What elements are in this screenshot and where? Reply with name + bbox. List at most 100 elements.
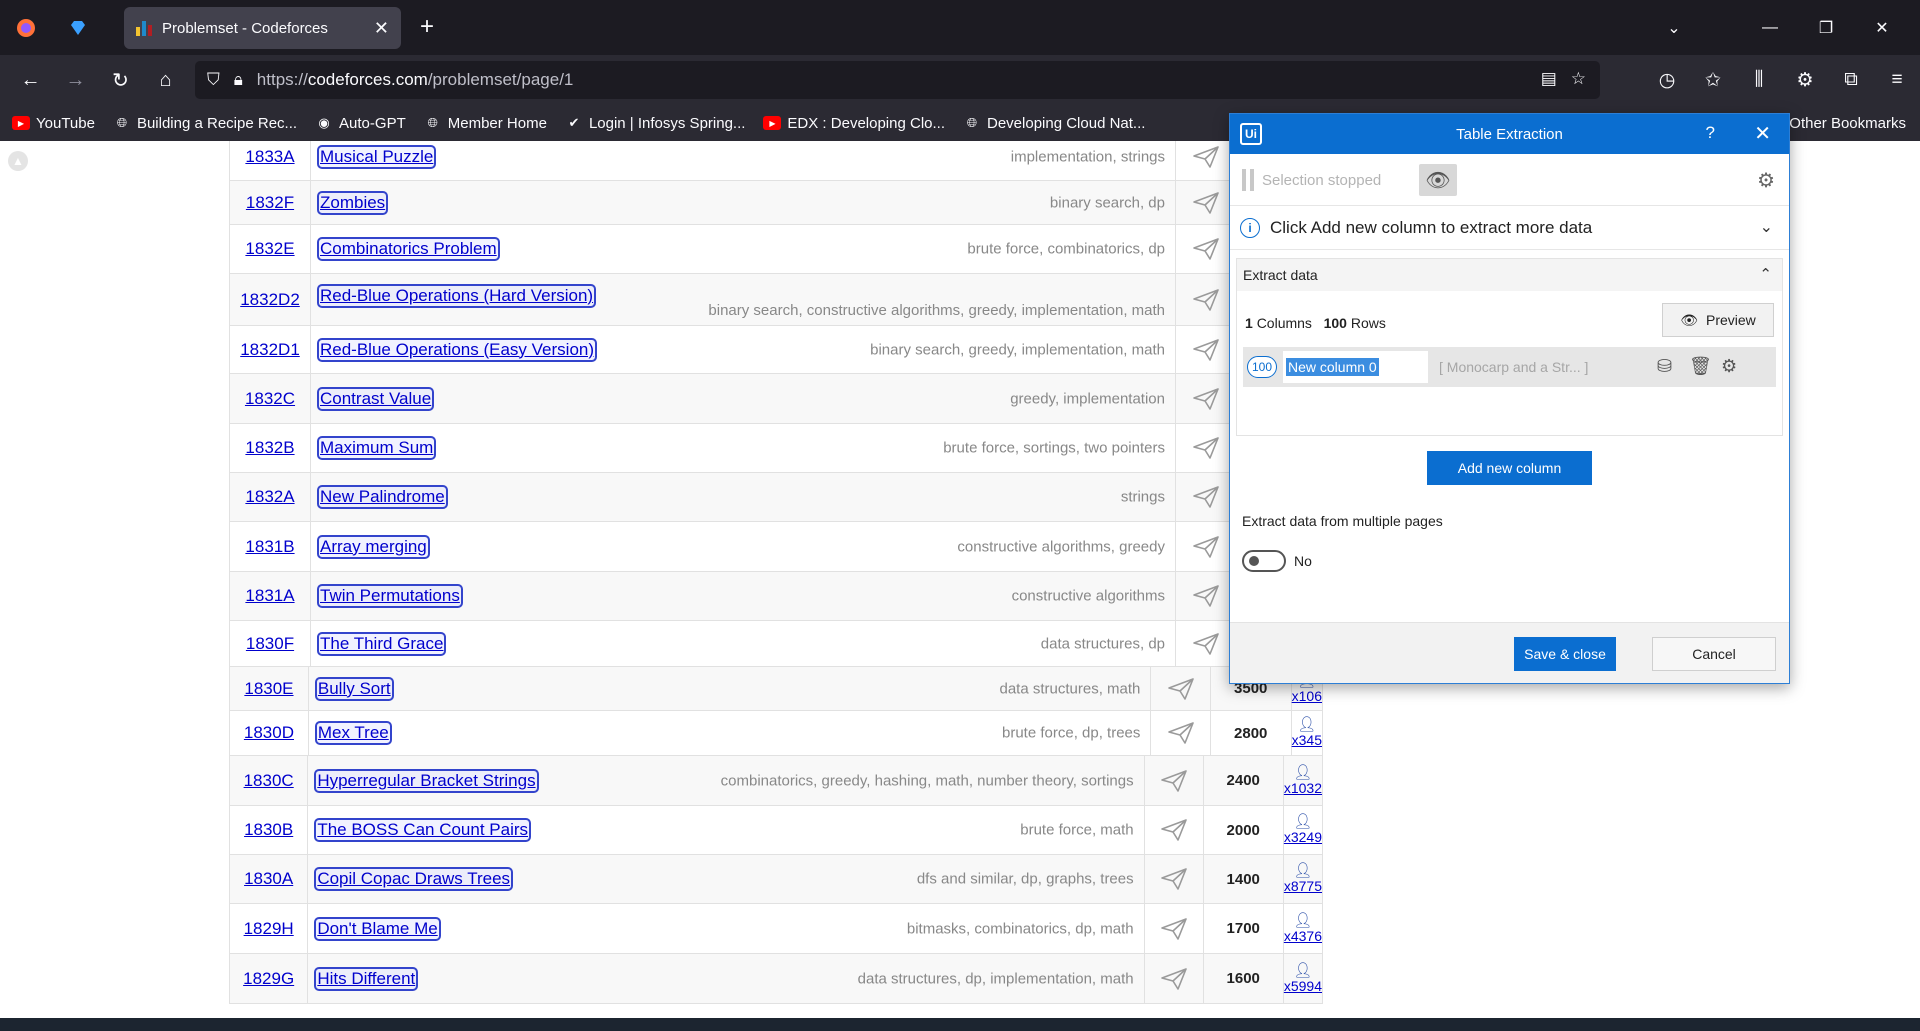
bookmark-member-home[interactable]: 🌐︎ Member Home [424,115,547,132]
library-icon[interactable]: ⫼ [1736,69,1782,91]
reload-icon[interactable]: ↻ [98,60,143,100]
cancel-button[interactable]: Cancel [1652,637,1776,671]
pause-icon[interactable] [1242,169,1254,191]
add-new-column-button[interactable]: Add new column [1427,451,1592,485]
problem-name-link[interactable]: Hyperregular Bracket Strings [314,768,539,793]
submit-icon[interactable] [1176,374,1237,423]
problem-name-link[interactable]: Twin Permutations [317,584,463,608]
problem-id-link[interactable]: 1832D2 [240,290,300,310]
submit-icon[interactable] [1176,621,1237,666]
extract-data-header[interactable]: Extract data ⌃ [1237,259,1782,291]
problem-name-link[interactable]: Combinatorics Problem [317,237,500,261]
menu-icon[interactable]: ≡ [1874,69,1920,91]
problem-id-link[interactable]: 1830F [246,634,294,654]
submit-icon[interactable] [1151,667,1211,710]
info-banner[interactable]: i Click Add new column to extract more d… [1230,206,1789,250]
solved-count-link[interactable]: x8775 [1284,878,1322,894]
solved-count-link[interactable]: x106 [1292,688,1322,704]
column-settings-icon[interactable]: ⚙ [1721,356,1737,377]
bookmark-star-icon[interactable]: ☆ [1571,69,1586,89]
problem-id-link[interactable]: 1830B [244,820,293,840]
bookmark-cloud-native[interactable]: 🌐︎ Developing Cloud Nat... [963,115,1146,132]
back-icon[interactable]: ← [8,60,53,100]
bookmark-edx[interactable]: ▶ EDX : Developing Clo... [763,115,945,132]
firefox-view-icon[interactable] [0,0,52,55]
eye-icon[interactable]: 👁︎ [1419,164,1457,196]
problem-name-link[interactable]: The BOSS Can Count Pairs [314,818,532,842]
other-bookmarks[interactable]: Other Bookmarks [1789,105,1906,141]
settings-icon[interactable]: ⚙ [1782,69,1828,92]
problem-id-link[interactable]: 1829G [243,969,294,989]
problem-name-link[interactable]: Zombies [317,190,389,215]
problem-name-link[interactable]: Mex Tree [314,721,392,745]
new-tab-icon[interactable]: + [412,10,442,44]
solved-count-link[interactable]: x4376 [1284,928,1322,944]
close-tab-icon[interactable]: ✕ [374,18,389,39]
problem-id-link[interactable]: 1831B [245,537,294,557]
submit-icon[interactable] [1176,572,1237,620]
extensions-icon[interactable]: ⧉ [1828,69,1874,91]
problem-id-link[interactable]: 1830D [244,723,294,743]
problem-id-link[interactable]: 1832A [245,487,294,507]
problem-id-link[interactable]: 1831A [245,586,294,606]
submit-icon[interactable] [1176,522,1237,571]
bookmark-youtube[interactable]: ▶ YouTube [12,115,95,132]
problem-name-link[interactable]: Red-Blue Operations (Easy Version) [317,337,598,362]
solved-count-link[interactable]: x1032 [1284,780,1322,796]
problem-name-link[interactable]: New Palindrome [317,485,448,509]
problem-name-link[interactable]: The Third Grace [317,631,447,656]
bookmark-auto-gpt[interactable]: ◉ Auto-GPT [315,115,405,132]
submit-icon[interactable] [1176,141,1237,180]
submit-icon[interactable] [1151,711,1211,755]
delete-icon[interactable]: 🗑︎ [1689,356,1712,377]
pinned-tab-icon[interactable] [52,0,104,55]
submit-icon[interactable] [1176,274,1237,325]
tab-problemset[interactable]: Problemset - Codeforces ✕ [124,7,401,49]
problem-id-link[interactable]: 1833A [245,147,294,167]
chevron-up-icon[interactable]: ⌃ [1759,265,1772,283]
problem-name-link[interactable]: Hits Different [314,966,419,991]
solved-count-link[interactable]: x345 [1292,732,1322,748]
close-window-icon[interactable]: ✕ [1854,18,1910,38]
lock-icon[interactable]: 🔒︎ [234,70,243,90]
problem-id-link[interactable]: 1832C [245,389,295,409]
problem-name-link[interactable]: Copil Copac Draws Trees [314,867,514,891]
problem-name-link[interactable]: Don't Blame Me [314,916,441,941]
submit-icon[interactable] [1176,424,1237,472]
submit-icon[interactable] [1145,954,1204,1003]
column-name-input[interactable]: New column 0 [1283,351,1428,383]
preview-button[interactable]: 👁︎ Preview [1662,303,1774,337]
problem-id-link[interactable]: 1832D1 [240,340,300,360]
submit-icon[interactable] [1176,326,1237,373]
help-icon[interactable]: ? [1706,123,1715,143]
history-icon[interactable]: ◷ [1644,69,1690,92]
bookmark-recipe[interactable]: 🌐︎ Building a Recipe Rec... [113,115,297,132]
problem-id-link[interactable]: 1830A [244,869,293,889]
submit-icon[interactable] [1145,904,1204,953]
problem-name-link[interactable]: Array merging [317,534,430,559]
gear-icon[interactable]: ⚙ [1757,168,1775,193]
problem-name-link[interactable]: Maximum Sum [317,436,437,460]
minimize-icon[interactable]: — [1742,19,1798,37]
multiple-pages-toggle[interactable] [1242,550,1286,572]
solved-count-link[interactable]: x5994 [1284,978,1322,994]
submit-icon[interactable] [1176,181,1237,224]
problem-id-link[interactable]: 1832F [246,193,294,213]
save-close-button[interactable]: Save & close [1514,637,1616,671]
submit-icon[interactable] [1145,855,1204,903]
list-all-tabs-icon[interactable]: ⌄ [1646,18,1702,38]
close-icon[interactable]: ✕ [1754,121,1771,146]
problem-id-link[interactable]: 1829H [244,919,294,939]
problem-id-link[interactable]: 1830E [244,679,293,699]
submit-icon[interactable] [1145,756,1204,805]
home-icon[interactable]: ⌂ [143,60,188,100]
problem-name-link[interactable]: Bully Sort [314,676,394,701]
forward-icon[interactable]: → [53,60,98,100]
scroll-top-icon[interactable]: ▲ [8,151,28,171]
url-bar[interactable]: ⛉ 🔒︎ https:// codeforces.com /problemset… [195,61,1600,99]
submit-icon[interactable] [1145,806,1204,854]
problem-id-link[interactable]: 1832B [245,438,294,458]
chevron-down-icon[interactable]: ⌄ [1760,217,1773,237]
submit-icon[interactable] [1176,225,1237,273]
problem-name-link[interactable]: Red-Blue Operations (Hard Version) [317,284,597,308]
